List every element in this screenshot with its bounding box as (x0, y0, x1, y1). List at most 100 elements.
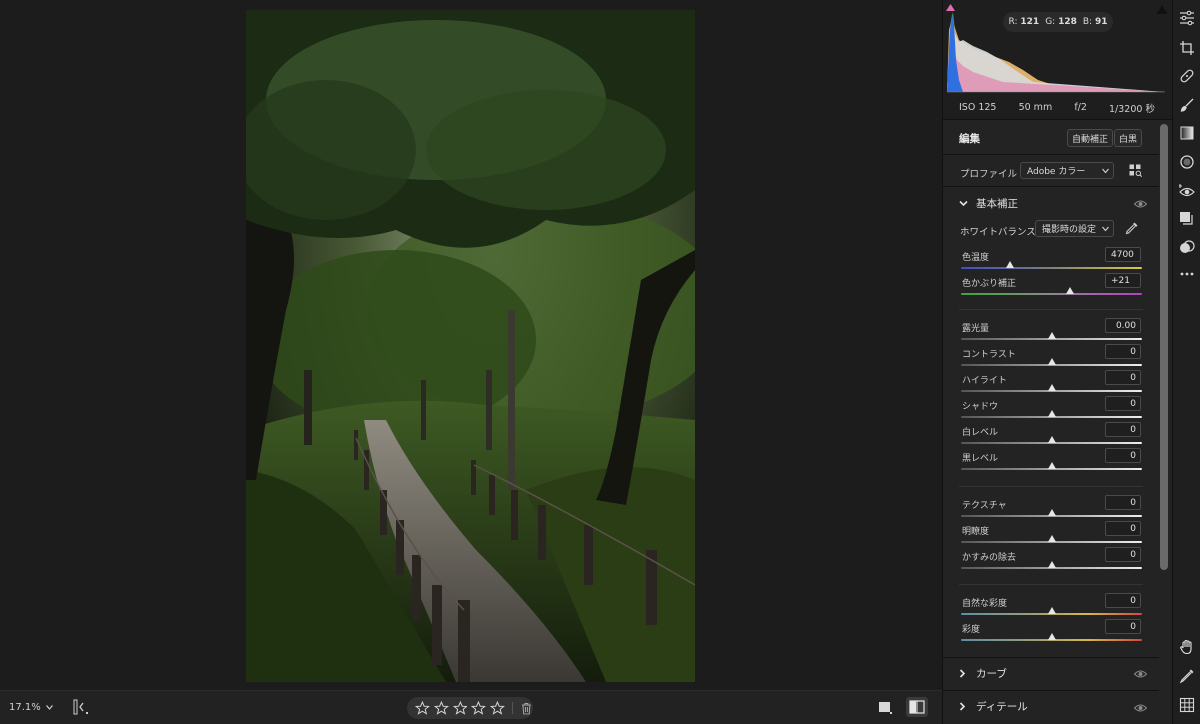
trash-icon[interactable] (520, 702, 533, 715)
highlight-clipping-icon[interactable] (1157, 4, 1167, 14)
slider-value-input[interactable]: 0 (1105, 547, 1141, 562)
star-icon[interactable] (471, 701, 487, 715)
presets-icon[interactable] (1179, 211, 1195, 227)
divider (959, 584, 1143, 585)
slider-thumb[interactable] (1047, 607, 1056, 614)
slider-track[interactable] (961, 293, 1142, 295)
r-value: 121 (1020, 17, 1040, 27)
profile-select[interactable]: Adobe カラー (1020, 162, 1114, 179)
eye-icon[interactable] (1134, 199, 1147, 209)
chevron-right-icon (959, 669, 966, 678)
crop-icon[interactable] (1179, 40, 1195, 56)
star-icon[interactable] (490, 701, 506, 715)
healing-icon[interactable] (1179, 68, 1195, 84)
slider-thumb[interactable] (1047, 633, 1056, 640)
zoom-level: 17.1% (9, 702, 41, 713)
slider-value-input[interactable]: 0 (1105, 593, 1141, 608)
slider-thumb[interactable] (1065, 287, 1074, 294)
star-rating (407, 697, 533, 719)
divider (943, 154, 1159, 155)
slider-value-input[interactable]: 4700 (1105, 247, 1141, 262)
focal-length: 50 mm (1018, 102, 1053, 113)
slider-thumb[interactable] (1047, 436, 1056, 443)
grid-icon[interactable] (1179, 697, 1195, 713)
slider-thumb[interactable] (1047, 535, 1056, 542)
photo-preview[interactable] (246, 10, 695, 682)
radial-gradient-icon[interactable] (1179, 154, 1195, 170)
chevron-down-icon (1102, 168, 1109, 174)
eye-icon[interactable] (1134, 669, 1147, 679)
auto-button[interactable]: 自動補正 (1067, 129, 1114, 147)
star-icon[interactable] (415, 701, 430, 715)
detail-section-header[interactable]: ディテール (943, 690, 1159, 722)
panel-scrollbar[interactable] (1160, 124, 1168, 570)
shadow-clipping-icon[interactable] (946, 4, 955, 11)
slider-label: 露光量 (962, 324, 990, 334)
filmstrip-icon[interactable] (73, 699, 89, 715)
image-canvas[interactable] (0, 0, 942, 690)
rating-divider (512, 702, 514, 714)
slider-value-input[interactable]: 0 (1105, 448, 1141, 463)
edit-sliders-icon[interactable] (1179, 10, 1195, 26)
tool-strip (1172, 0, 1200, 724)
linear-gradient-icon[interactable] (1179, 125, 1195, 141)
more-icon[interactable] (1179, 266, 1195, 282)
star-icon[interactable] (452, 701, 468, 715)
slider-value-input[interactable]: 0.00 (1105, 318, 1141, 333)
slider-thumb[interactable] (1047, 384, 1056, 391)
divider (943, 186, 1159, 187)
rgb-readout: R: 121 G: 128 B: 91 (1003, 12, 1113, 32)
basic-section-header[interactable]: 基本補正 (959, 195, 1149, 211)
black-white-button[interactable]: 白黒 (1114, 129, 1143, 147)
star-icon[interactable] (433, 701, 449, 715)
g-value: 128 (1058, 17, 1077, 27)
slider-value-input[interactable]: 0 (1105, 521, 1141, 536)
zoom-dropdown[interactable]: 17.1% (9, 702, 53, 713)
slider-thumb[interactable] (1047, 561, 1056, 568)
slider-value-input[interactable]: +21 (1105, 273, 1141, 288)
hand-icon[interactable] (1179, 639, 1195, 655)
eye-icon[interactable] (1134, 703, 1147, 713)
chevron-down-icon (959, 200, 968, 206)
shutter-speed: 1/3200 秒 (1109, 103, 1155, 115)
r-label: R: (1008, 17, 1018, 27)
slider-label: 彩度 (962, 625, 981, 635)
compare-view-button[interactable] (906, 697, 928, 717)
edit-scroll-area[interactable]: 編集 自動補正 白黒 プロファイル Adobe カラー 基本補正 ホワイトバラン… (943, 121, 1159, 724)
exif-info: ISO 125 50 mm f/2 1/3200 秒 (943, 96, 1173, 120)
slider-label: 色かぶり補正 (962, 279, 1017, 289)
snapshots-icon[interactable] (1179, 239, 1195, 255)
slider-value-input[interactable]: 0 (1105, 396, 1141, 411)
slider-thumb[interactable] (1047, 410, 1056, 417)
slider-thumb[interactable] (1047, 509, 1056, 516)
slider-value-input[interactable]: 0 (1105, 495, 1141, 510)
slider-label: 明瞭度 (962, 527, 990, 537)
eyedropper-icon[interactable] (1125, 221, 1139, 235)
slider-label: ハイライト (962, 376, 1007, 386)
iso-value: ISO 125 (959, 102, 997, 113)
white-balance-select[interactable]: 撮影時の設定 (1035, 220, 1114, 237)
red-eye-icon[interactable] (1179, 183, 1195, 199)
slider-value-input[interactable]: 0 (1105, 619, 1141, 634)
slider-thumb[interactable] (1047, 462, 1056, 469)
slider-track[interactable] (961, 267, 1142, 269)
slider-thumb[interactable] (1047, 358, 1056, 365)
slider-thumb[interactable] (1005, 261, 1014, 268)
single-view-icon[interactable] (877, 699, 893, 715)
histogram[interactable]: R: 121 G: 128 B: 91 (943, 0, 1173, 96)
profile-browser-icon[interactable] (1129, 164, 1142, 177)
slider-value-input[interactable]: 0 (1105, 370, 1141, 385)
slider-label: テクスチャ (962, 501, 1007, 511)
zoom-icon[interactable] (1179, 668, 1195, 684)
slider-thumb[interactable] (1047, 332, 1056, 339)
curve-section-header[interactable]: カーブ (943, 657, 1159, 689)
slider-label: かすみの除去 (962, 553, 1017, 563)
white-balance-label: ホワイトバランス (960, 227, 1036, 238)
slider-value-input[interactable]: 0 (1105, 344, 1141, 359)
chevron-down-icon (1102, 226, 1109, 232)
aperture: f/2 (1074, 102, 1087, 113)
b-value: 91 (1094, 17, 1108, 27)
brush-icon[interactable] (1179, 97, 1195, 113)
slider-label: コントラスト (962, 350, 1016, 360)
slider-value-input[interactable]: 0 (1105, 422, 1141, 437)
